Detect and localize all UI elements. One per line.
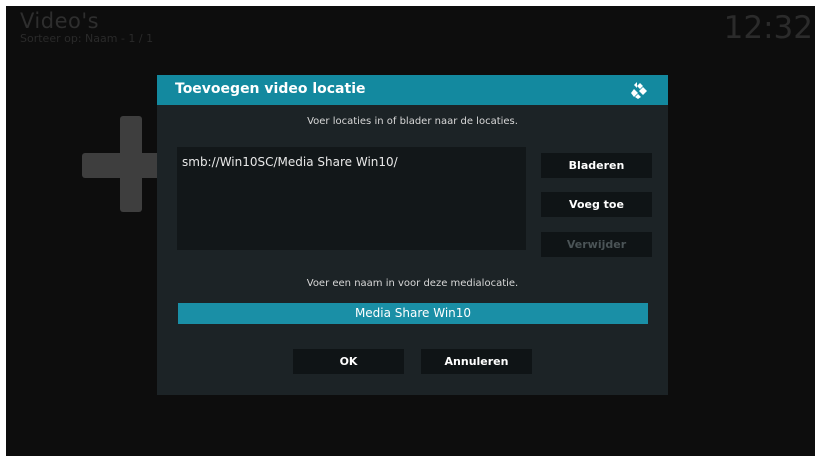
path-hint-text: Voer locaties in of blader naar de locat… bbox=[307, 116, 518, 127]
source-name-field[interactable]: Media Share Win10 bbox=[178, 303, 648, 324]
background-sort-info: Sorteer op: Naam - 1 / 1 bbox=[20, 32, 154, 45]
cancel-button[interactable]: Annuleren bbox=[421, 349, 532, 374]
dialog-title: Toevoegen video locatie bbox=[175, 81, 366, 97]
remove-button[interactable]: Verwijder bbox=[541, 232, 652, 257]
source-path-item[interactable]: smb://Win10SC/Media Share Win10/ bbox=[182, 155, 398, 169]
browse-button[interactable]: Bladeren bbox=[541, 153, 652, 178]
add-video-source-dialog: Toevoegen video locatie Voer locaties in… bbox=[157, 75, 668, 395]
screen: Video's Sorteer op: Naam - 1 / 1 12:32 T… bbox=[6, 6, 815, 456]
add-button[interactable]: Voeg toe bbox=[541, 192, 652, 217]
ok-button[interactable]: OK bbox=[293, 349, 404, 374]
source-path-list[interactable]: smb://Win10SC/Media Share Win10/ bbox=[177, 147, 526, 250]
dialog-header: Toevoegen video locatie bbox=[157, 75, 668, 105]
name-hint-text: Voer een naam in voor deze medialocatie. bbox=[306, 278, 519, 289]
background-title: Video's bbox=[20, 9, 100, 33]
clock: 12:32 bbox=[723, 10, 813, 46]
kodi-logo-icon bbox=[631, 82, 647, 99]
